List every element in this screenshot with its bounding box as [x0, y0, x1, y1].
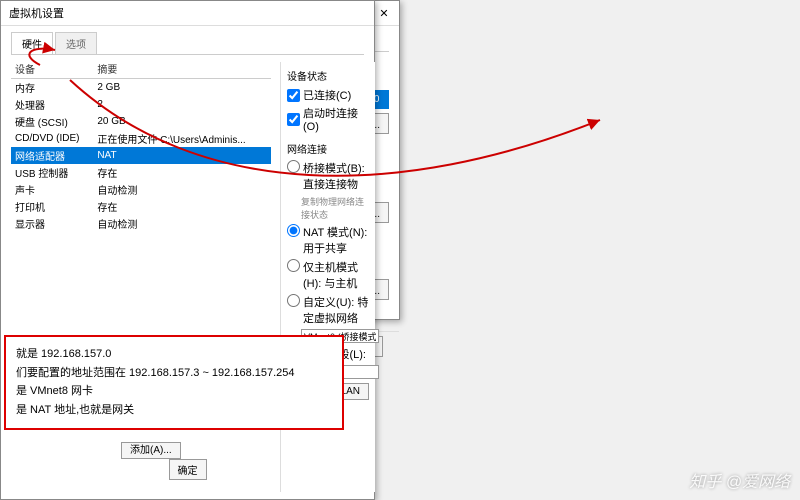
connect-at-poweron-checkbox[interactable]: 启动时连接(O) — [287, 105, 369, 133]
window-title: 虚拟机设置 — [9, 5, 64, 21]
radio-custom[interactable]: 自定义(U): 特定虚拟网络 — [287, 294, 369, 326]
tabs: 硬件 选项 — [11, 32, 364, 55]
device-row[interactable]: CD/DVD (IDE)正在使用文件 C:\Users\Adminis... — [11, 130, 271, 147]
close-icon[interactable]: ✕ — [377, 7, 391, 20]
device-row[interactable]: 硬盘 (SCSI)20 GB — [11, 113, 271, 130]
note-line: 就是 192.168.157.0 — [16, 345, 332, 364]
tab-options[interactable]: 选项 — [55, 32, 97, 54]
device-row[interactable]: 内存2 GB — [11, 79, 271, 97]
annotation-box: 就是 192.168.157.0 们要配置的地址范围在 192.168.157.… — [4, 335, 344, 430]
radio-hostonly[interactable]: 仅主机模式(H): 与主机 — [287, 259, 369, 291]
device-row[interactable]: 声卡自动检测 — [11, 181, 271, 198]
device-row[interactable]: USB 控制器存在 — [11, 164, 271, 181]
device-row[interactable]: 打印机存在 — [11, 198, 271, 215]
radio-bridged[interactable]: 桥接模式(B): 直接连接物 — [287, 160, 369, 192]
note-line: 是 VMnet8 网卡 — [16, 382, 332, 401]
device-row[interactable]: 网络适配器NAT — [11, 147, 271, 164]
status-header: 设备状态 — [287, 68, 369, 83]
watermark: 知乎 @爱网络 — [689, 468, 790, 492]
titlebar: 虚拟机设置 — [1, 1, 374, 26]
col-header[interactable]: 摘要 — [93, 59, 271, 79]
device-table[interactable]: 设备摘要 内存2 GB处理器2硬盘 (SCSI)20 GBCD/DVD (IDE… — [11, 59, 271, 232]
note-line: 们要配置的地址范围在 192.168.157.3 ~ 192.168.157.2… — [16, 364, 332, 383]
add-device-button[interactable]: 添加(A)... — [121, 442, 181, 459]
device-row[interactable]: 显示器自动检测 — [11, 215, 271, 232]
connected-checkbox[interactable]: 已连接(C) — [287, 87, 369, 103]
bridged-subtext: 复制物理网络连接状态 — [301, 195, 369, 221]
col-header[interactable]: 设备 — [11, 59, 93, 79]
radio-nat[interactable]: NAT 模式(N): 用于共享 — [287, 224, 369, 256]
device-row[interactable]: 处理器2 — [11, 96, 271, 113]
ok-button[interactable]: 确定 — [169, 459, 207, 480]
tab-hardware[interactable]: 硬件 — [11, 32, 53, 54]
note-line: 是 NAT 地址,也就是网关 — [16, 401, 332, 420]
network-header: 网络连接 — [287, 141, 369, 156]
